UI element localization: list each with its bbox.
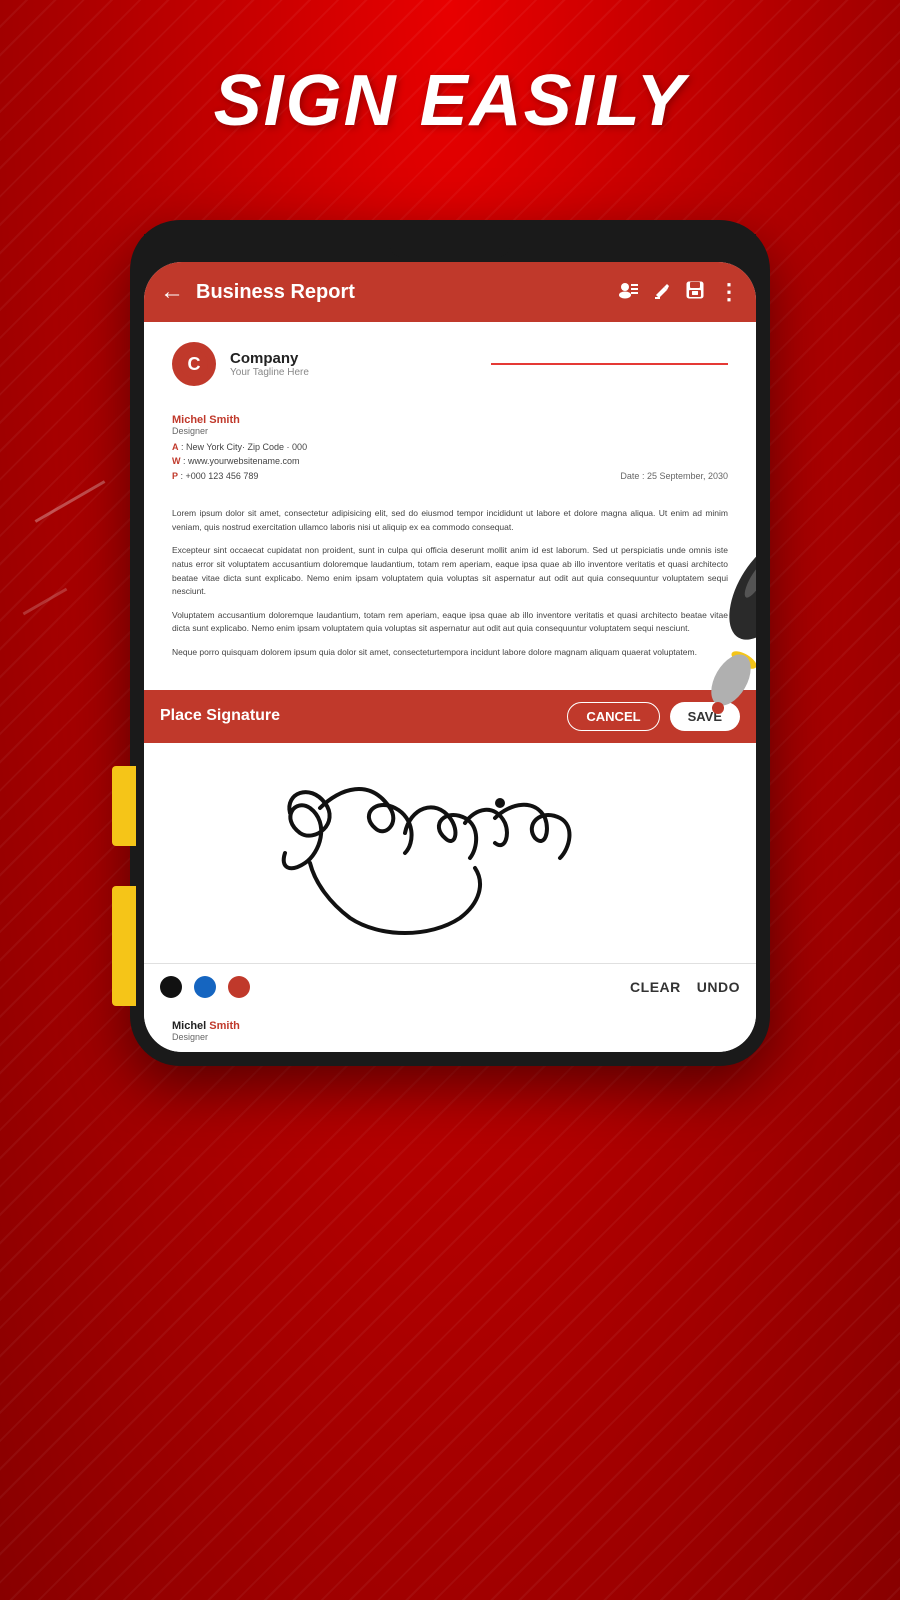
hero-title: SIGN EASILY (0, 60, 900, 142)
bottom-contact-role: Designer (172, 1032, 728, 1042)
phone-top-bar (144, 234, 756, 262)
company-info: Company Your Tagline Here (230, 350, 467, 378)
back-button[interactable]: ← (160, 278, 184, 306)
yellow-tab-bottom-left (112, 886, 136, 1006)
toolbar-icons: ⋮ (618, 279, 740, 305)
contact-website: W : www.yourwebsitename.com (172, 454, 728, 468)
undo-button[interactable]: UNDO (697, 979, 740, 995)
bottom-contact-first: Michel (172, 1020, 206, 1032)
contact-phone-date: P : +000 123 456 789 Date : 25 September… (172, 469, 728, 495)
address-label: A (172, 442, 179, 452)
phone-frame: ← Business Report (130, 220, 770, 1066)
website-value: : www.yourwebsitename.com (183, 456, 300, 466)
phone-label: P (172, 471, 178, 481)
signature-panel-header: Place Signature CANCEL SAVE (144, 690, 756, 743)
contact-first-name: Michel (172, 414, 206, 426)
doc-bottom-strip: Michel Smith Designer (144, 1010, 756, 1052)
app-title: Business Report (196, 281, 606, 304)
doc-paragraph-3: Voluptatem accusantium doloremque laudan… (172, 609, 728, 636)
date-value: : 25 September, 2030 (642, 471, 728, 481)
signature-svg (230, 753, 670, 953)
sig-action-buttons: CLEAR UNDO (630, 979, 740, 995)
website-label: W (172, 456, 181, 466)
contacts-icon[interactable] (618, 281, 640, 304)
doc-paragraph-1: Lorem ipsum dolor sit amet, consectetur … (172, 507, 728, 534)
color-red[interactable] (228, 976, 250, 998)
contact-name: Michel Smith (172, 414, 728, 426)
company-logo: C (172, 342, 216, 386)
phone-value: : +000 123 456 789 (181, 471, 259, 481)
edit-icon[interactable] (654, 281, 672, 304)
company-divider-line (491, 363, 728, 365)
sig-buttons: CANCEL SAVE (567, 702, 740, 731)
clear-button[interactable]: CLEAR (630, 979, 681, 995)
cancel-button[interactable]: CANCEL (567, 702, 659, 731)
signature-panel: Place Signature CANCEL SAVE (144, 690, 756, 1010)
contact-role: Designer (172, 426, 728, 436)
company-tagline: Your Tagline Here (230, 367, 467, 378)
more-icon[interactable]: ⋮ (718, 279, 740, 305)
phone-wrapper: ← Business Report (130, 220, 770, 1066)
company-name: Company (230, 350, 467, 367)
phone-screen: ← Business Report (144, 262, 756, 1052)
doc-header: C Company Your Tagline Here (172, 342, 728, 396)
save-icon[interactable] (686, 281, 704, 304)
date-label: Date (620, 471, 639, 481)
doc-date: Date : 25 September, 2030 (620, 469, 728, 483)
doc-contact-block: Michel Smith Designer A : New York City·… (172, 414, 728, 495)
contact-last-name: Smith (209, 414, 240, 426)
address-value: : New York City· Zip Code · 000 (181, 442, 307, 452)
doc-paragraph-4: Neque porro quisquam dolorem ipsum quia … (172, 646, 728, 660)
color-black[interactable] (160, 976, 182, 998)
sig-panel-title: Place Signature (160, 707, 280, 725)
yellow-tab-left (112, 766, 136, 846)
sig-footer: CLEAR UNDO (144, 963, 756, 1010)
color-blue[interactable] (194, 976, 216, 998)
contact-address: A : New York City· Zip Code · 000 (172, 440, 728, 454)
phone-notch (390, 239, 510, 257)
bottom-contact-last: Smith (209, 1020, 240, 1032)
save-button[interactable]: SAVE (670, 702, 740, 731)
doc-paragraph-2: Excepteur sint occaecat cupidatat non pr… (172, 544, 728, 598)
document-content: C Company Your Tagline Here Michel Smith (144, 322, 756, 690)
svg-text:C: C (188, 354, 201, 374)
app-toolbar: ← Business Report (144, 262, 756, 322)
color-dots (160, 976, 250, 998)
signature-canvas[interactable] (144, 743, 756, 963)
